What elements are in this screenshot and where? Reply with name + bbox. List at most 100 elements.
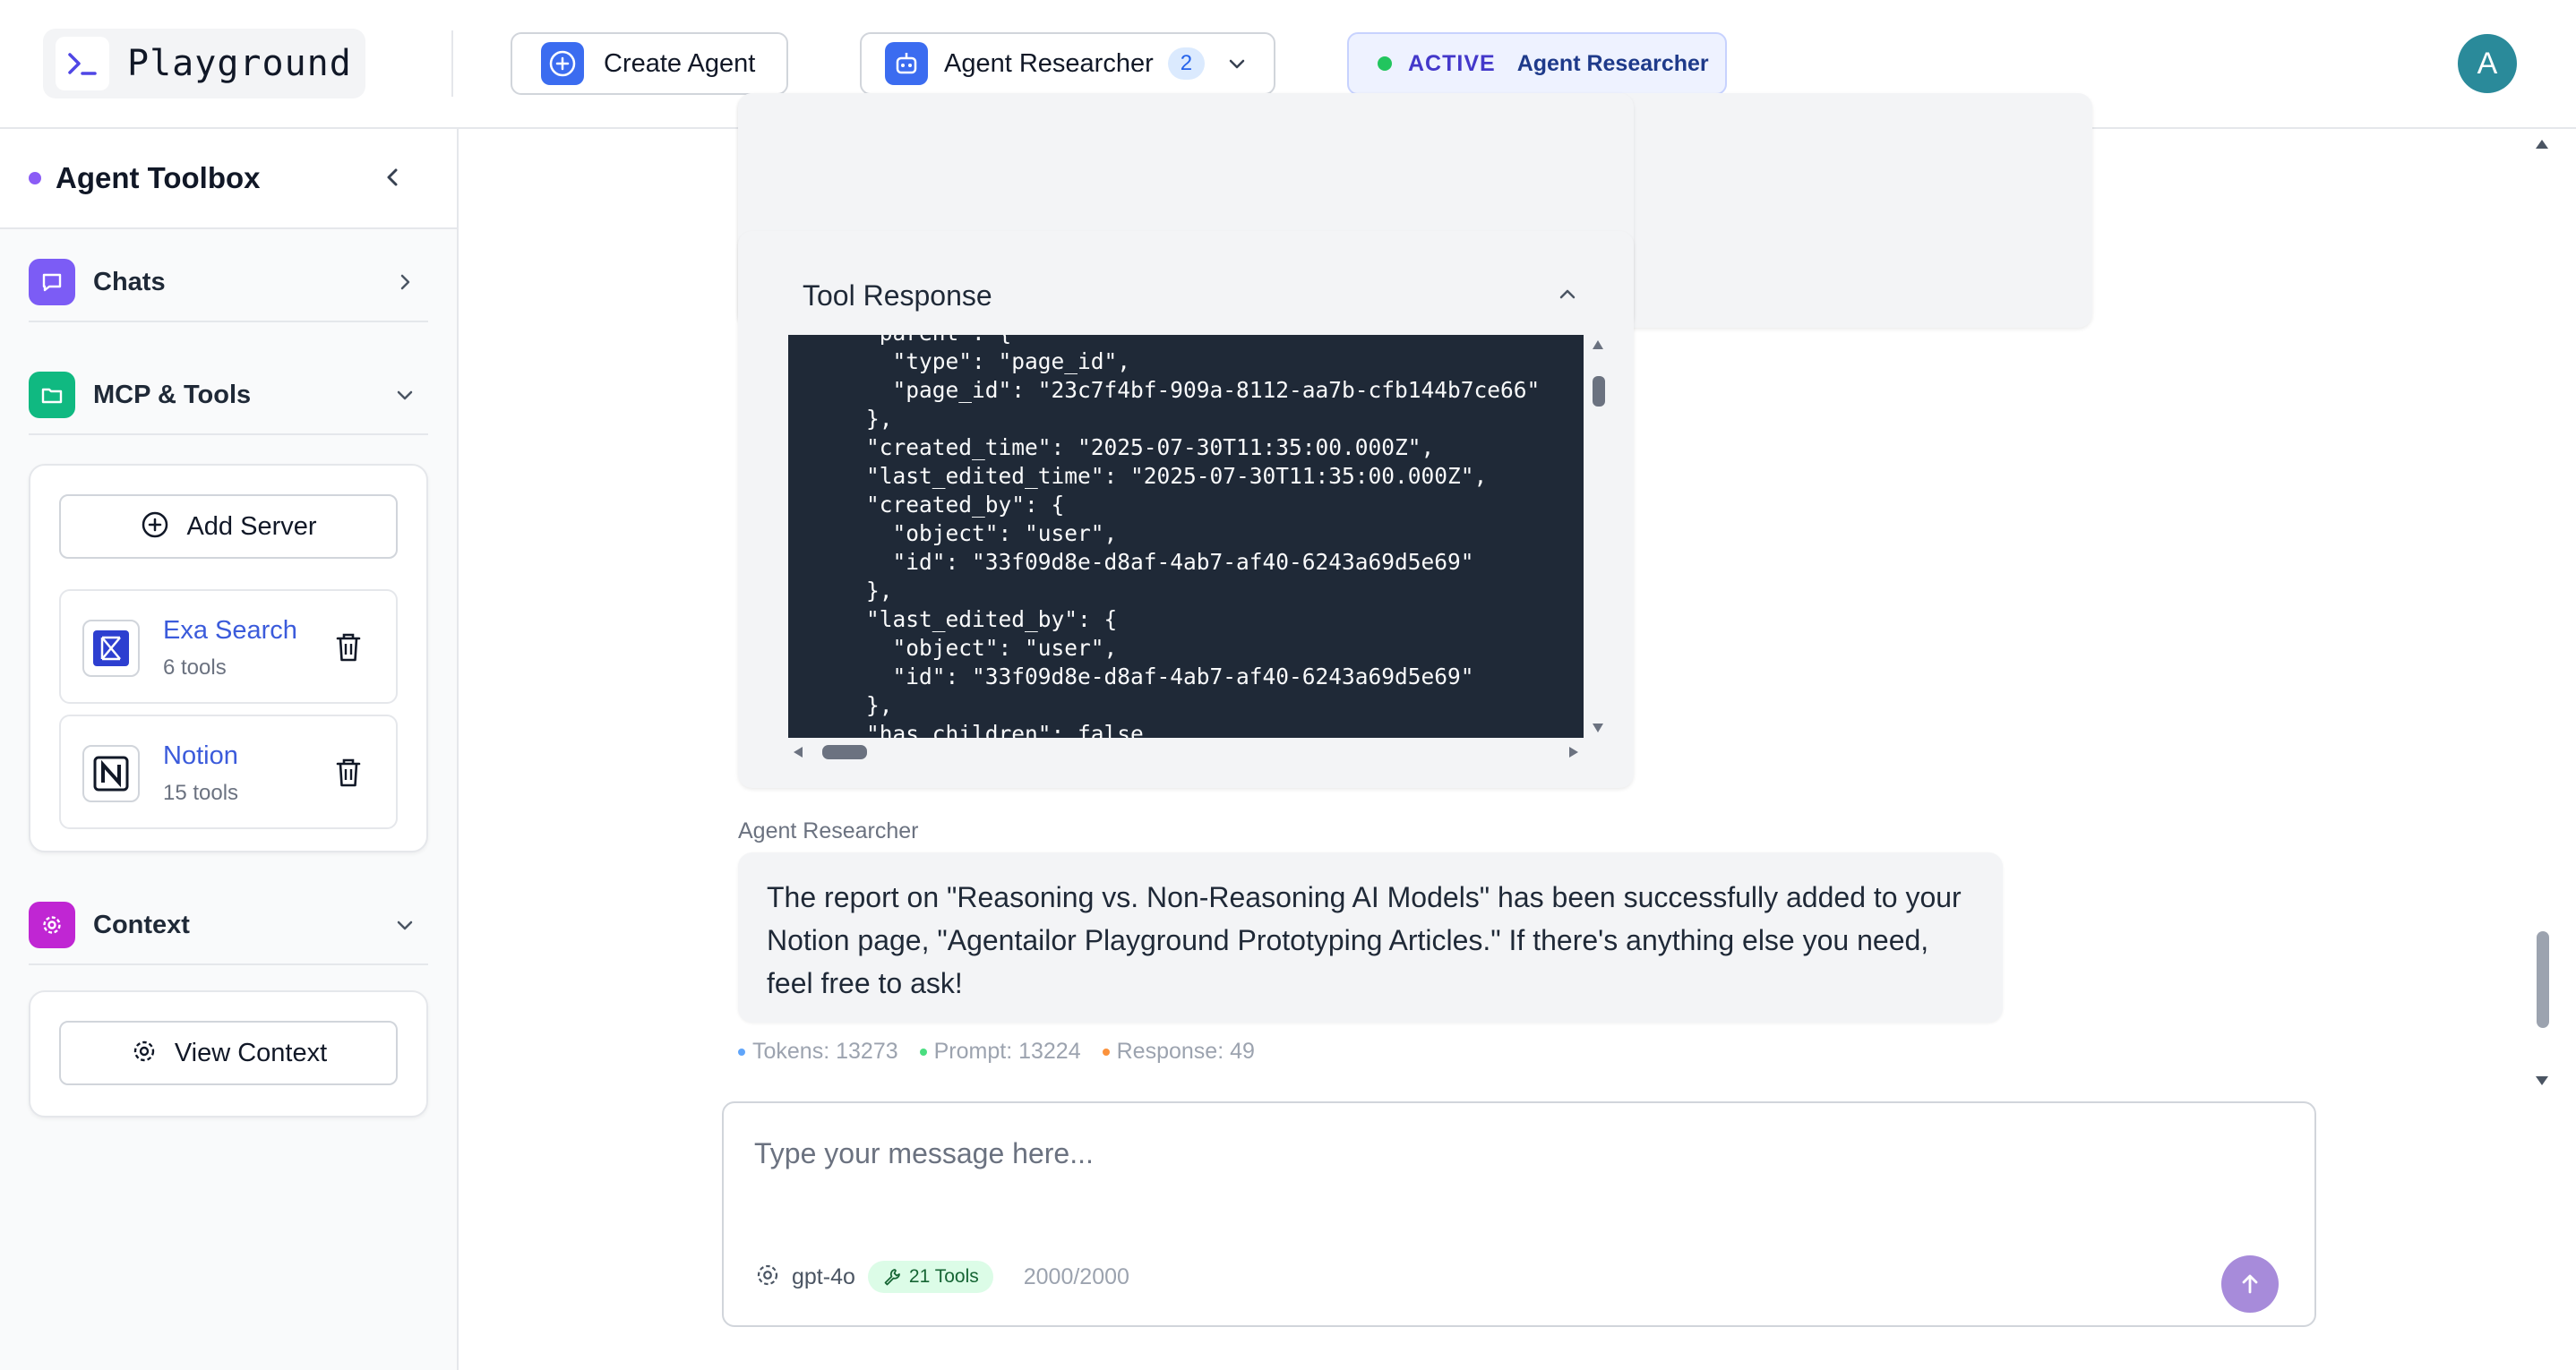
server-card-exa-search[interactable]: Exa Search 6 tools [59,589,398,704]
code-line: "created_time": "2025-07-30T11:35:00.000… [813,434,1435,460]
add-server-label: Add Server [186,511,317,541]
code-line: "last_edited_time": "2025-07-30T11:35:00… [813,463,1488,489]
agent-toolbox-sidebar: Agent Toolbox Chats MCP & Tools Add Serv… [0,129,459,1370]
chat-icon [29,259,75,305]
status-text: ACTIVE [1408,50,1496,76]
server-name[interactable]: Exa Search [163,616,297,646]
view-context-button[interactable]: View Context [59,1021,398,1085]
agent-select-label: Agent Researcher [944,48,1154,78]
code-line: "parent": { [813,335,1540,347]
header-divider [451,30,453,97]
create-agent-label: Create Agent [604,48,756,78]
orange-dot [1102,1048,1110,1056]
code-horizontal-scrollbar[interactable] [788,738,1584,766]
mcp-tools-label: MCP & Tools [93,380,252,409]
agent-status-badge: ACTIVE Agent Researcher [1347,32,1727,95]
plus-circle-icon [140,509,170,544]
sidebar-section-context[interactable]: Context [29,886,428,965]
add-server-button[interactable]: Add Server [59,494,398,559]
code-content: "parent": { "type": "page_id", "page_id"… [813,335,1540,738]
server-tool-count: 15 tools [163,781,239,805]
view-context-label: View Context [174,1038,328,1067]
sidebar-dot [29,172,41,184]
gear-icon [29,902,75,948]
arrow-up-icon [2237,1271,2263,1297]
plus-circle-icon [541,42,584,85]
code-line: "id": "33f09d8e-d8af-4ab7-af40-6243a69d5… [813,664,1474,689]
chevron-down-icon [392,382,417,407]
code-vertical-scrollbar[interactable] [1584,335,1612,738]
token-response: Response: 49 [1102,1039,1255,1065]
exa-logo-icon [82,620,140,677]
model-name[interactable]: gpt-4o [792,1264,855,1290]
message-sender: Agent Researcher [738,818,919,843]
tool-response-code[interactable]: "parent": { "type": "page_id", "page_id"… [788,335,1584,738]
notion-logo-icon [82,745,140,802]
user-avatar[interactable]: A [2458,34,2517,93]
token-total: Tokens: 13273 [738,1039,898,1065]
sidebar-section-mcp-tools[interactable]: MCP & Tools [29,356,428,435]
code-line: "last_edited_by": { [813,606,1118,632]
chat-vertical-scrollbar[interactable] [2528,129,2556,1096]
code-line: "object": "user", [813,520,1118,546]
chat-main-area: append-block-children Tool Response "par… [459,93,2576,1370]
assistant-message-bubble: The report on "Reasoning vs. Non-Reasoni… [738,852,2003,1023]
server-tool-count: 6 tools [163,655,227,680]
token-response-text: Response: 49 [1116,1039,1255,1064]
agent-count-badge: 2 [1167,47,1206,80]
terminal-icon [56,37,109,90]
sidebar-section-chats[interactable]: Chats [29,244,428,322]
token-total-text: Tokens: 13273 [752,1039,898,1064]
status-agent-name: Agent Researcher [1516,50,1709,76]
chevron-up-icon[interactable] [1555,281,1580,311]
token-usage: Tokens: 13273 Prompt: 13224 Response: 49 [738,1039,1276,1065]
code-line: "page_id": "23c7f4bf-909a-8112-aa7b-cfb1… [813,377,1541,403]
message-input[interactable] [754,1126,2277,1180]
assistant-message-text: The report on "Reasoning vs. Non-Reasoni… [767,881,1962,999]
code-line: "has_children": false, [813,721,1157,738]
message-composer: gpt-4o 21 Tools 2000/2000 [722,1101,2316,1327]
code-line: }, [813,692,893,718]
token-prompt: Prompt: 13224 [919,1039,1081,1065]
sidebar-title: Agent Toolbox [56,161,261,194]
code-line: "created_by": { [813,492,1065,518]
context-panel: View Context [29,990,428,1117]
server-name[interactable]: Notion [163,741,238,771]
app-logo[interactable]: Playground [43,29,365,98]
composer-footer: gpt-4o 21 Tools 2000/2000 [754,1261,1129,1293]
agent-select-dropdown[interactable]: Agent Researcher 2 [860,32,1275,95]
mcp-servers-panel: Add Server Exa Search 6 tools Notion 15 … [29,464,428,852]
context-label: Context [93,910,190,939]
chevron-down-icon [1225,52,1249,75]
folder-icon [29,372,75,418]
app-title: Playground [127,43,352,84]
server-card-notion[interactable]: Notion 15 tools [59,715,398,829]
trash-icon[interactable] [333,756,364,794]
wrench-icon [882,1267,902,1287]
send-button[interactable] [2221,1255,2279,1313]
code-line: }, [813,578,893,604]
green-dot [919,1048,927,1056]
token-prompt-text: Prompt: 13224 [933,1039,1081,1064]
chevron-down-icon [392,912,417,938]
code-line: "object": "user", [813,635,1118,661]
trash-icon[interactable] [333,630,364,669]
tools-count-text: 21 Tools [908,1266,979,1287]
character-count: 2000/2000 [1023,1263,1129,1289]
code-line: "id": "33f09d8e-d8af-4ab7-af40-6243a69d5… [813,549,1474,575]
tool-response-title: Tool Response [803,279,992,312]
tools-count-badge[interactable]: 21 Tools [867,1261,993,1293]
bot-icon [885,42,928,85]
tool-response-card: Tool Response "parent": { "type": "page_… [738,231,1634,788]
code-line: }, [813,406,893,432]
gear-icon[interactable] [754,1262,781,1293]
chevron-left-icon[interactable] [376,161,408,198]
blue-dot [738,1048,745,1056]
chats-label: Chats [93,267,166,296]
create-agent-button[interactable]: Create Agent [511,32,788,95]
code-line: "type": "page_id", [813,348,1131,374]
chevron-right-icon [392,270,417,295]
status-dot [1378,56,1392,71]
sidebar-header: Agent Toolbox [0,129,457,229]
gear-icon [130,1037,159,1070]
